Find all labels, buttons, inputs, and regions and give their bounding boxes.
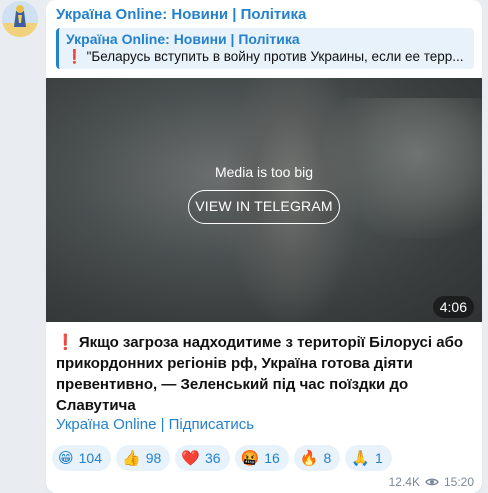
grinning-icon: 😁 [58, 449, 74, 467]
heart-icon: ❤️ [181, 449, 200, 467]
video-duration: 4:06 [432, 296, 474, 318]
reaction-count: 8 [323, 450, 332, 466]
reply-preview[interactable]: Україна Online: Новини | Політика ❗ "Бел… [56, 28, 474, 69]
pray-icon: 🙏 [351, 449, 370, 467]
reaction-cursing[interactable]: 🤬 16 [234, 445, 289, 471]
message-meta: 12.4K 15:20 [389, 475, 474, 489]
reaction-count: 104 [78, 450, 102, 466]
reaction-fire[interactable]: 🔥 8 [293, 445, 341, 471]
message-bubble: Україна Online: Новини | Політика Україн… [46, 0, 482, 493]
message-text: ❗ Якщо загроза надходитиме з території Б… [56, 332, 476, 416]
alert-icon: ❗ [56, 334, 75, 351]
reply-text-line: ❗ "Беларусь вступить в войну против Укра… [66, 49, 467, 65]
reaction-count: 16 [264, 450, 280, 466]
video-preview[interactable]: Media is too big VIEW IN TELEGRAM 4:06 [46, 78, 482, 322]
channel-avatar-icon [2, 1, 38, 37]
reaction-thumbs-up[interactable]: 👍 98 [116, 445, 171, 471]
reaction-count: 1 [374, 450, 383, 466]
reply-text: "Беларусь вступить в войну против Украин… [86, 49, 464, 64]
message-time: 15:20 [443, 475, 474, 489]
view-in-telegram-button[interactable]: VIEW IN TELEGRAM [188, 190, 340, 224]
channel-avatar[interactable] [2, 1, 38, 37]
reaction-grinning[interactable]: 😁 104 [52, 445, 111, 471]
view-count: 12.4K [388, 475, 420, 489]
eye-icon [425, 478, 439, 486]
alert-icon: ❗ [66, 49, 83, 64]
message-body: Якщо загроза надходитиме з території Біл… [56, 334, 463, 414]
reactions-bar: 😁 104 👍 98 ❤️ 36 🤬 16 🔥 8 🙏 1 [52, 445, 392, 471]
cursing-face-icon: 🤬 [240, 449, 260, 467]
reaction-heart[interactable]: ❤️ 36 [175, 445, 230, 471]
reaction-pray[interactable]: 🙏 1 [345, 445, 392, 471]
fire-icon: 🔥 [299, 449, 319, 467]
subscribe-link[interactable]: Україна Online | Підписатись [56, 416, 254, 433]
media-too-big-note: Media is too big [214, 164, 314, 180]
reaction-count: 98 [145, 450, 162, 466]
reaction-count: 36 [204, 450, 221, 466]
channel-name[interactable]: Україна Online: Новини | Політика [56, 6, 306, 23]
reply-title: Україна Online: Новини | Політика [66, 31, 300, 47]
thumbs-up-icon: 👍 [122, 449, 141, 467]
